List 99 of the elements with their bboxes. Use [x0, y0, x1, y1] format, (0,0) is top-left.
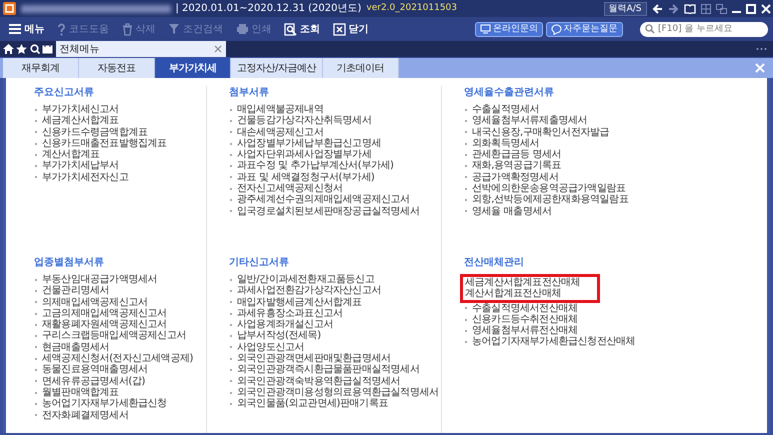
- menu-link[interactable]: 사업자단위과세사업장별부가세: [229, 149, 441, 160]
- menu-link[interactable]: 신용카드등수취전산매체: [464, 314, 767, 326]
- menu-link[interactable]: 외국인관광객숙박용역환급실적명세서: [229, 376, 441, 387]
- menu-link[interactable]: 영세율첨부서류전산매체: [464, 325, 767, 336]
- section-heading: 첨부서류: [229, 86, 270, 100]
- menu-link[interactable]: 선박에의한운송용역공급가액일람표: [464, 183, 767, 194]
- menu-link[interactable]: 구리스크랩등매입세액공제신고서: [34, 330, 206, 342]
- menu-link[interactable]: 일반/간이과세전환재고품등신고: [229, 274, 441, 286]
- menu-link[interactable]: 세액공제신청서(전자신고세액공제): [34, 353, 206, 364]
- section-heading: 기타신고서류: [229, 256, 290, 270]
- menu-link[interactable]: 관세환급금등 명세서: [464, 149, 767, 160]
- search-icon[interactable]: [30, 44, 40, 54]
- menu-link[interactable]: 공급가액확정명세서: [464, 172, 767, 184]
- menu-link[interactable]: 과세유흥장소과표신고서: [229, 308, 441, 320]
- open-tab[interactable]: 전체메뉴: [56, 41, 226, 57]
- menu-link[interactable]: 부가가치세신고서: [34, 104, 206, 116]
- menu-link[interactable]: 동물진료용역매출명세서: [34, 364, 206, 376]
- menu-link[interactable]: 의제매입세액공제신고서: [34, 296, 206, 308]
- menu-link[interactable]: 현금매출명세서: [34, 342, 206, 354]
- menu-link[interactable]: 전자신고세액공제신청서: [229, 183, 441, 194]
- menu-link[interactable]: 고금의제매입세액공제신고서: [34, 308, 206, 320]
- category-tab[interactable]: 자동전표: [79, 58, 155, 78]
- filter-icon: [168, 23, 180, 35]
- menu-link[interactable]: 과표수정 및 추가납부계산서(부가세): [229, 160, 441, 172]
- menu-link[interactable]: 전자화폐결제명세서: [34, 410, 206, 421]
- help-link-button[interactable]: 자주묻는질문: [546, 22, 622, 36]
- menu-link[interactable]: 재화,용역공급기록표: [464, 160, 767, 172]
- menu-link[interactable]: 매입세액불공제내역: [229, 104, 441, 116]
- section-heading: 전산매체관리: [464, 256, 525, 270]
- version-text: ver2.0_2021011503: [366, 2, 458, 15]
- menu-link[interactable]: 부가가치세전자신고: [34, 172, 206, 184]
- menu-link[interactable]: 사업장별부가세납부환급신고명세: [229, 138, 441, 150]
- menu-link[interactable]: 수출실적명세서전산매체: [464, 302, 767, 314]
- forward-arrow-icon[interactable]: [668, 4, 678, 14]
- category-tab[interactable]: 부가가치세: [155, 58, 231, 78]
- menu-link[interactable]: 신용카드매출전표발행집계표: [34, 138, 206, 150]
- category-tab[interactable]: 재무회계: [3, 58, 79, 78]
- toolbar-button[interactable]: 메뉴: [2, 18, 50, 40]
- menu-icon: [8, 23, 22, 35]
- menu-link[interactable]: 세금계산서합계표: [34, 115, 206, 127]
- star-icon[interactable]: [16, 44, 27, 54]
- menu-link[interactable]: 내국신용장,구매확인서전자발급: [464, 126, 767, 138]
- chat-icon: [550, 24, 562, 34]
- more-icon[interactable]: [756, 47, 767, 51]
- menu-link[interactable]: 월별판매액합계표: [34, 386, 206, 398]
- menu-link[interactable]: 과표 및 세액결정청구서(부가세): [229, 172, 441, 184]
- toolbar-button[interactable]: 닫기: [328, 18, 374, 40]
- menu-link[interactable]: 대손세액공제신고서: [229, 126, 441, 138]
- back-arrow-icon[interactable]: [652, 4, 662, 14]
- menu-link[interactable]: 매입자발행세금계산서합계표: [229, 296, 441, 308]
- monitor-icon: [480, 24, 491, 34]
- windows-icon[interactable]: [716, 4, 726, 14]
- support-button[interactable]: 월력A/S: [604, 2, 646, 16]
- menu-link[interactable]: 사업용계좌개설신고서: [229, 319, 441, 330]
- book-icon[interactable]: [684, 4, 696, 14]
- menu-link[interactable]: 외국인관광객미용성형의료용역환급실적명세서: [229, 386, 441, 398]
- menu-link[interactable]: 부동산임대공급가액명세서: [34, 274, 206, 286]
- menu-link[interactable]: 재활용폐자원세액공제신고서: [34, 319, 206, 330]
- menu-link[interactable]: 외국인관광객면세판매및환급명세서: [229, 353, 441, 364]
- menu-link[interactable]: 건물관리명세서: [34, 285, 206, 297]
- toolbar-button[interactable]: 조회: [279, 18, 325, 40]
- menu-link[interactable]: 외항,선박등에제공한재화용역일람표: [464, 194, 767, 206]
- menu-link[interactable]: 계산서합계표: [34, 149, 206, 160]
- menu-link[interactable]: 외국인물품(외교관면세)판매기록표: [229, 398, 441, 410]
- menu-link[interactable]: 입국경로설치된보세판매장공급실적명세서: [229, 206, 441, 217]
- category-tab[interactable]: 기초데이터: [322, 58, 399, 78]
- category-tab[interactable]: 고정자산/자금예산: [231, 58, 323, 78]
- menu-link[interactable]: 농어업기자재부가세환급신청전산매체: [464, 336, 767, 348]
- menu-link[interactable]: 영세율 매출명세서: [464, 206, 767, 217]
- menu-link[interactable]: 계산서합계표전산매체: [465, 288, 597, 300]
- search-icon: [284, 22, 297, 36]
- calendar-icon[interactable]: [42, 44, 53, 54]
- menu-link[interactable]: 농어업기자재부가세환급신청: [34, 398, 206, 410]
- menu-link[interactable]: 수출실적명세서: [464, 104, 767, 116]
- menu-link[interactable]: 외국인관광객즉시환급물품판매실적명세서: [229, 364, 441, 376]
- menu-link[interactable]: 신용카드수령금액합계표: [34, 126, 206, 138]
- period-text: | 2020.01.01~2020.12.31 (2020년도): [176, 2, 362, 16]
- search-icon: [645, 24, 655, 34]
- section-heading: 업종별첨부서류: [34, 256, 105, 270]
- help-link-button[interactable]: 온라인문의: [475, 22, 543, 36]
- maximize-icon[interactable]: [746, 4, 756, 14]
- grid-icon[interactable]: [700, 4, 710, 14]
- menu-link[interactable]: 사업양도신고서: [229, 342, 441, 354]
- search-field[interactable]: [F10] 을 누르세요: [640, 22, 768, 37]
- menu-link[interactable]: 영세율첨부서류제출명세서: [464, 115, 767, 127]
- menu-link[interactable]: 건물등감가상각자산취득명세서: [229, 115, 441, 127]
- section-heading: 주요신고서류: [34, 86, 95, 100]
- home-icon[interactable]: [2, 44, 14, 54]
- menu-link[interactable]: 부가가치세납부서: [34, 160, 206, 172]
- help-icon: [57, 22, 66, 36]
- close-icon: [332, 22, 346, 36]
- menu-link[interactable]: 면세유류공급명세서(갑): [34, 376, 206, 387]
- trash-icon: [122, 22, 132, 36]
- section-heading: 영세율수출관련서류: [464, 86, 555, 100]
- menu-link[interactable]: 과세사업전환감가상각자산신고서: [229, 285, 441, 297]
- menu-link[interactable]: 광주세계선수권의제매입세액공제신고서: [229, 194, 441, 206]
- menu-link[interactable]: 납부서작성(전세목): [229, 330, 441, 342]
- menu-link[interactable]: 세금계산서합계표전산매체: [465, 277, 597, 288]
- menu-link[interactable]: 외화획득명세서: [464, 138, 767, 150]
